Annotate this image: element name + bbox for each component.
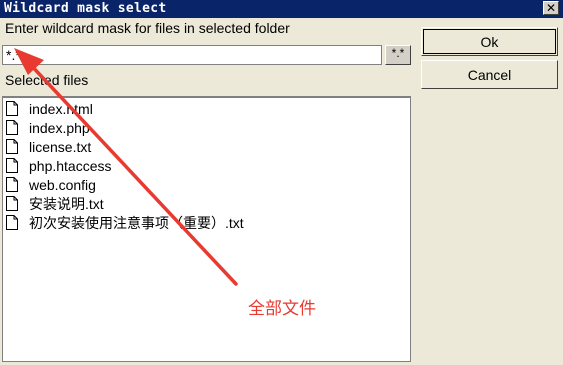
mask-preset-button[interactable]: *.*	[385, 45, 411, 65]
close-icon: ✕	[545, 1, 557, 15]
file-icon	[6, 120, 18, 135]
title-bar: Wildcard mask select ✕	[0, 0, 563, 18]
close-button[interactable]: ✕	[543, 1, 559, 15]
file-icon	[6, 215, 18, 230]
file-list[interactable]: index.html index.php license.txt php.hta…	[2, 96, 411, 362]
list-item[interactable]: index.php	[6, 118, 90, 137]
file-name: 安装说明.txt	[29, 195, 104, 212]
list-item[interactable]: index.html	[6, 99, 93, 118]
file-name: php.htaccess	[29, 157, 112, 174]
ok-button[interactable]: Ok	[421, 27, 558, 56]
file-name: 初次安装使用注意事项（重要）.txt	[29, 214, 244, 231]
file-icon	[6, 177, 18, 192]
file-name: license.txt	[29, 138, 92, 155]
file-name: web.config	[29, 176, 96, 193]
cancel-button[interactable]: Cancel	[421, 60, 558, 89]
selected-files-label: Selected files	[5, 72, 89, 88]
list-item[interactable]: license.txt	[6, 137, 91, 156]
file-name: index.html	[29, 100, 93, 117]
prompt-label: Enter wildcard mask for files in selecte…	[5, 20, 290, 36]
file-icon	[6, 158, 18, 173]
annotation-label: 全部文件	[248, 299, 316, 319]
file-icon	[6, 196, 18, 211]
file-name: index.php	[29, 119, 90, 136]
list-item[interactable]: php.htaccess	[6, 156, 112, 175]
list-item[interactable]: 初次安装使用注意事项（重要）.txt	[6, 213, 244, 232]
file-icon	[6, 101, 18, 116]
mask-input[interactable]: *.*	[2, 45, 382, 65]
list-item[interactable]: web.config	[6, 175, 96, 194]
window-title: Wildcard mask select	[4, 1, 167, 16]
list-item[interactable]: 安装说明.txt	[6, 194, 104, 213]
file-icon	[6, 139, 18, 154]
